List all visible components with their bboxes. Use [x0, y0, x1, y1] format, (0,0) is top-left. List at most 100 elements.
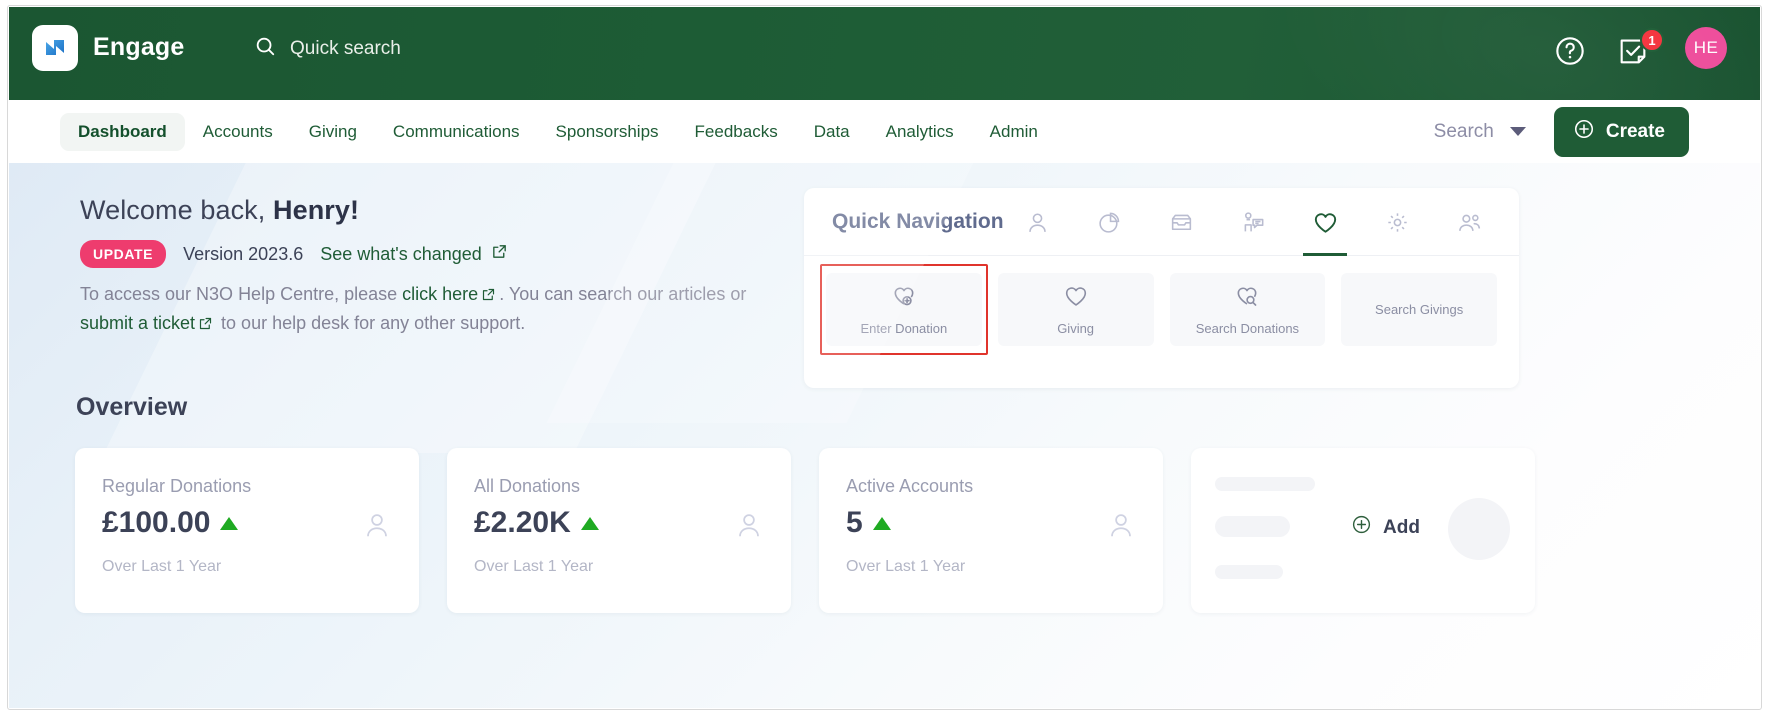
stat-card-add-placeholder[interactable]: Add	[1191, 448, 1535, 613]
external-link-icon	[491, 243, 508, 265]
qnav-tab-person-message-icon[interactable]	[1217, 188, 1289, 256]
qnav-tab-gear-icon[interactable]	[1361, 188, 1433, 256]
qnav-tab-heart-icon[interactable]	[1289, 188, 1361, 256]
person-icon	[362, 510, 392, 545]
add-card-label: Add	[1383, 516, 1420, 538]
person-icon	[734, 510, 764, 545]
create-button[interactable]: Create	[1553, 106, 1689, 157]
quick-tile-search-donations[interactable]: Search Donations	[1169, 273, 1326, 346]
nav-actions: Search Create	[1434, 100, 1689, 163]
help-centre-text: To access our N3O Help Centre, please cl…	[80, 281, 770, 338]
tab-giving[interactable]: Giving	[291, 113, 375, 151]
quick-navigation-title: Quick Navigation	[832, 210, 1004, 233]
overview-card-list: Regular Donations £100.00 Over Last 1 Ye…	[75, 448, 1535, 613]
n3o-logo-icon[interactable]	[32, 25, 78, 71]
stat-card-all-donations[interactable]: All Donations £2.20K Over Last 1 Year	[447, 448, 791, 613]
stat-subtitle: Over Last 1 Year	[474, 558, 594, 575]
click-here-link[interactable]: click here	[402, 284, 478, 304]
stat-value: £100.00	[102, 506, 211, 539]
window-frame-top	[0, 0, 1769, 7]
nav-tab-list: Dashboard Accounts Giving Communications…	[60, 100, 1056, 163]
stat-value: £2.20K	[474, 506, 571, 539]
window-frame-bottom	[0, 708, 1769, 715]
tab-admin[interactable]: Admin	[972, 113, 1056, 151]
help-text-part1: To access our N3O Help Centre, please	[80, 284, 403, 304]
heart-search-icon	[1234, 283, 1260, 314]
quick-search-button[interactable]: Quick search	[254, 35, 401, 62]
help-circle-icon[interactable]	[1554, 35, 1586, 72]
add-card-button[interactable]: Add	[1351, 514, 1420, 541]
quick-tile-giving[interactable]: Giving	[997, 273, 1154, 346]
person-icon	[1106, 510, 1136, 545]
app-header: Engage Quick search 1 HE	[9, 7, 1760, 100]
plus-circle-icon	[1351, 514, 1372, 541]
stat-card-regular-donations[interactable]: Regular Donations £100.00 Over Last 1 Ye…	[75, 448, 419, 613]
stat-value-wrap: £2.20K	[474, 506, 599, 540]
welcome-username: Henry!	[272, 195, 360, 225]
version-label: Version 2023.6	[183, 243, 304, 264]
quick-navigation-panel: Quick Navigation Enter Donation Giving S…	[804, 188, 1519, 388]
quick-navigation-header: Quick Navigation	[804, 188, 1519, 256]
stat-label: Regular Donations	[102, 476, 252, 496]
quick-tile-search-givings[interactable]: Search Givings	[1341, 273, 1497, 346]
stat-label: All Donations	[474, 476, 581, 496]
skeleton-line	[1215, 477, 1315, 491]
task-count-badge: 1	[1640, 28, 1664, 52]
submit-ticket-link[interactable]: submit a ticket	[80, 313, 195, 333]
tab-feedbacks[interactable]: Feedbacks	[677, 113, 796, 151]
tab-data[interactable]: Data	[796, 113, 868, 151]
tab-sponsorships[interactable]: Sponsorships	[538, 113, 677, 151]
avatar[interactable]: HE	[1685, 27, 1727, 69]
stat-card-active-accounts[interactable]: Active Accounts 5 Over Last 1 Year	[819, 448, 1163, 613]
skeleton-line	[1215, 516, 1290, 537]
see-whats-changed-label: See what's changed	[320, 243, 482, 264]
heart-icon	[1063, 283, 1089, 314]
qnav-tab-person-icon[interactable]	[1001, 188, 1073, 256]
trend-up-icon	[220, 516, 239, 530]
window-frame-right	[1760, 0, 1769, 715]
stat-value: 5	[846, 506, 863, 539]
search-dropdown[interactable]: Search	[1434, 121, 1526, 143]
qnav-tab-pie-chart-icon[interactable]	[1073, 188, 1145, 256]
main-nav-bar: Dashboard Accounts Giving Communications…	[37, 100, 1709, 163]
overview-heading: Overview	[76, 393, 188, 421]
external-link-icon	[481, 283, 496, 310]
create-button-label: Create	[1605, 120, 1665, 142]
tab-dashboard[interactable]: Dashboard	[60, 112, 185, 151]
qnav-tab-inbox-icon[interactable]	[1145, 188, 1217, 256]
stat-value-wrap: £100.00	[102, 506, 239, 540]
quick-tile-label: Search Givings	[1375, 302, 1464, 317]
quick-tile-label: Giving	[1057, 321, 1095, 336]
update-row: UPDATE Version 2023.6 See what's changed	[80, 240, 508, 268]
external-link-icon	[198, 312, 213, 339]
help-text-part3: to our help desk for any other support.	[216, 312, 526, 333]
skeleton-circle	[1448, 498, 1510, 560]
search-dropdown-label: Search	[1433, 120, 1494, 142]
quick-search-label: Quick search	[290, 37, 401, 59]
stat-subtitle: Over Last 1 Year	[102, 558, 222, 575]
tab-analytics[interactable]: Analytics	[868, 113, 972, 151]
app-root: Engage Quick search 1 HE Dashboard Accou…	[0, 0, 1769, 715]
skeleton-line	[1215, 565, 1283, 579]
task-check-icon[interactable]	[1617, 35, 1649, 72]
app-title: Engage	[93, 33, 185, 61]
plus-circle-icon	[1573, 118, 1595, 146]
search-icon	[254, 35, 276, 62]
see-whats-changed-link[interactable]: See what's changed	[320, 243, 508, 265]
trend-up-icon	[872, 516, 891, 530]
welcome-prefix: Welcome back,	[80, 195, 273, 225]
quick-tile-label: Search Donations	[1195, 321, 1300, 336]
quick-navigation-icon-tabs	[1001, 188, 1505, 256]
quick-tile-enter-donation[interactable]: Enter Donation	[820, 264, 988, 355]
qnav-tab-people-icon[interactable]	[1433, 188, 1505, 256]
quick-tile-label: Enter Donation	[860, 321, 948, 336]
tab-accounts[interactable]: Accounts	[185, 113, 291, 151]
stat-label: Active Accounts	[846, 476, 974, 496]
status-badge: UPDATE	[80, 240, 167, 268]
stat-subtitle: Over Last 1 Year	[846, 558, 966, 575]
quick-navigation-tiles: Enter Donation Giving Search Donations S…	[804, 256, 1519, 363]
chevron-down-icon	[1509, 127, 1526, 136]
stat-value-wrap: 5	[846, 506, 891, 540]
page-title: Welcome back, Henry!	[80, 195, 359, 226]
tab-communications[interactable]: Communications	[375, 113, 538, 151]
